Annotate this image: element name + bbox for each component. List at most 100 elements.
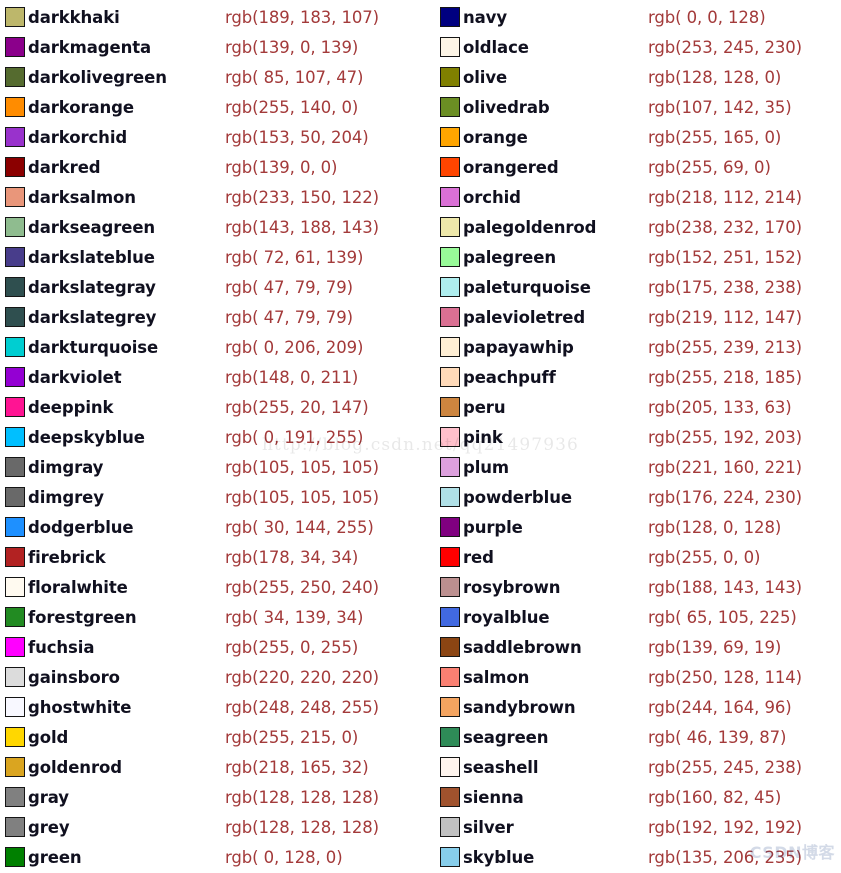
color-name-label: deepskyblue [28, 428, 145, 447]
color-swatch [5, 427, 25, 447]
color-name-label: royalblue [463, 608, 550, 627]
color-name-label: purple [463, 518, 523, 537]
color-name-label: firebrick [28, 548, 106, 567]
color-rgb-value: rgb(152, 251, 152) [648, 248, 802, 267]
color-rgb-value: rgb(128, 128, 0) [648, 68, 782, 87]
color-name-label: darkorange [28, 98, 134, 117]
color-name-label: darkslategrey [28, 308, 157, 327]
color-name-label: green [28, 848, 82, 867]
color-row: palevioletred rgb(219, 112, 147) [420, 303, 840, 333]
color-name-label: olive [463, 68, 508, 87]
color-rgb-value: rgb( 0, 0, 128) [648, 8, 766, 27]
color-row: floralwhite rgb(255, 250, 240) [0, 573, 420, 603]
color-swatch [5, 127, 25, 147]
color-name-label: oldlace [463, 38, 529, 57]
color-rgb-value: rgb(139, 0, 139) [225, 38, 359, 57]
color-row: gainsboro rgb(220, 220, 220) [0, 663, 420, 693]
color-swatch [440, 787, 460, 807]
color-name-label: silver [463, 818, 514, 837]
color-row: purple rgb(128, 0, 128) [420, 513, 840, 543]
color-row: deepskyblue rgb( 0, 191, 255) [0, 423, 420, 453]
color-swatch [440, 217, 460, 237]
color-name-label: darkorchid [28, 128, 128, 147]
color-swatch [5, 457, 25, 477]
color-rgb-value: rgb(205, 133, 63) [648, 398, 792, 417]
color-rgb-value: rgb(219, 112, 147) [648, 308, 802, 327]
color-row: silver rgb(192, 192, 192) [420, 813, 840, 843]
color-swatch [5, 787, 25, 807]
color-rgb-value: rgb( 65, 105, 225) [648, 608, 797, 627]
color-swatch [440, 517, 460, 537]
color-rgb-value: rgb(250, 128, 114) [648, 668, 802, 687]
color-name-label: dodgerblue [28, 518, 134, 537]
color-swatch [440, 67, 460, 87]
color-swatch [5, 577, 25, 597]
color-swatch [440, 157, 460, 177]
color-row: gray rgb(128, 128, 128) [0, 783, 420, 813]
color-swatch [5, 727, 25, 747]
color-rgb-value: rgb(255, 218, 185) [648, 368, 802, 387]
color-rgb-value: rgb(143, 188, 143) [225, 218, 379, 237]
color-row: darkolivegreen rgb( 85, 107, 47) [0, 63, 420, 93]
color-swatch [5, 307, 25, 327]
color-row: darkslategrey rgb( 47, 79, 79) [0, 303, 420, 333]
color-name-label: saddlebrown [463, 638, 582, 657]
color-rgb-value: rgb(105, 105, 105) [225, 488, 379, 507]
color-rgb-value: rgb(105, 105, 105) [225, 458, 379, 477]
color-swatch [440, 7, 460, 27]
color-name-label: rosybrown [463, 578, 561, 597]
color-row: paleturquoise rgb(175, 238, 238) [420, 273, 840, 303]
color-row: darkred rgb(139, 0, 0) [0, 153, 420, 183]
color-swatch [5, 607, 25, 627]
color-row: powderblue rgb(176, 224, 230) [420, 483, 840, 513]
color-row: darkseagreen rgb(143, 188, 143) [0, 213, 420, 243]
color-row: sienna rgb(160, 82, 45) [420, 783, 840, 813]
color-name-label: seashell [463, 758, 539, 777]
color-row: green rgb( 0, 128, 0) [0, 843, 420, 873]
color-rgb-value: rgb( 0, 191, 255) [225, 428, 364, 447]
color-row: rosybrown rgb(188, 143, 143) [420, 573, 840, 603]
color-swatch [440, 487, 460, 507]
color-swatch [5, 667, 25, 687]
color-name-label: orchid [463, 188, 521, 207]
color-name-label: skyblue [463, 848, 535, 867]
color-name-label: darkviolet [28, 368, 122, 387]
color-rgb-value: rgb(255, 20, 147) [225, 398, 369, 417]
color-name-label: palegoldenrod [463, 218, 597, 237]
color-name-label: darkkhaki [28, 8, 120, 27]
color-rgb-value: rgb(255, 239, 213) [648, 338, 802, 357]
color-row: orangered rgb(255, 69, 0) [420, 153, 840, 183]
color-rgb-value: rgb( 34, 139, 34) [225, 608, 364, 627]
color-swatch [5, 637, 25, 657]
color-swatch [5, 337, 25, 357]
color-rgb-value: rgb(139, 69, 19) [648, 638, 782, 657]
color-row: gold rgb(255, 215, 0) [0, 723, 420, 753]
color-name-label: forestgreen [28, 608, 137, 627]
color-row: darkmagenta rgb(139, 0, 139) [0, 33, 420, 63]
color-name-label: olivedrab [463, 98, 550, 117]
color-rgb-value: rgb( 47, 79, 79) [225, 308, 353, 327]
color-swatch [5, 37, 25, 57]
color-row: darkorchid rgb(153, 50, 204) [0, 123, 420, 153]
color-rgb-value: rgb(255, 69, 0) [648, 158, 771, 177]
color-row: navy rgb( 0, 0, 128) [420, 3, 840, 33]
color-row: palegreen rgb(152, 251, 152) [420, 243, 840, 273]
color-row: peachpuff rgb(255, 218, 185) [420, 363, 840, 393]
color-swatch [440, 97, 460, 117]
color-rgb-value: rgb(255, 140, 0) [225, 98, 359, 117]
color-row: darkorange rgb(255, 140, 0) [0, 93, 420, 123]
color-swatch [5, 487, 25, 507]
color-swatch [5, 367, 25, 387]
color-swatch [5, 697, 25, 717]
color-rgb-value: rgb(135, 206, 235) [648, 848, 802, 867]
color-swatch [440, 607, 460, 627]
color-row: darksalmon rgb(233, 150, 122) [0, 183, 420, 213]
color-name-label: goldenrod [28, 758, 122, 777]
color-rgb-value: rgb(188, 143, 143) [648, 578, 802, 597]
color-rgb-value: rgb(255, 245, 238) [648, 758, 802, 777]
color-swatch [5, 397, 25, 417]
color-rgb-value: rgb(189, 183, 107) [225, 8, 379, 27]
color-name-label: plum [463, 458, 510, 477]
color-rgb-value: rgb(139, 0, 0) [225, 158, 338, 177]
color-rgb-value: rgb(248, 248, 255) [225, 698, 379, 717]
